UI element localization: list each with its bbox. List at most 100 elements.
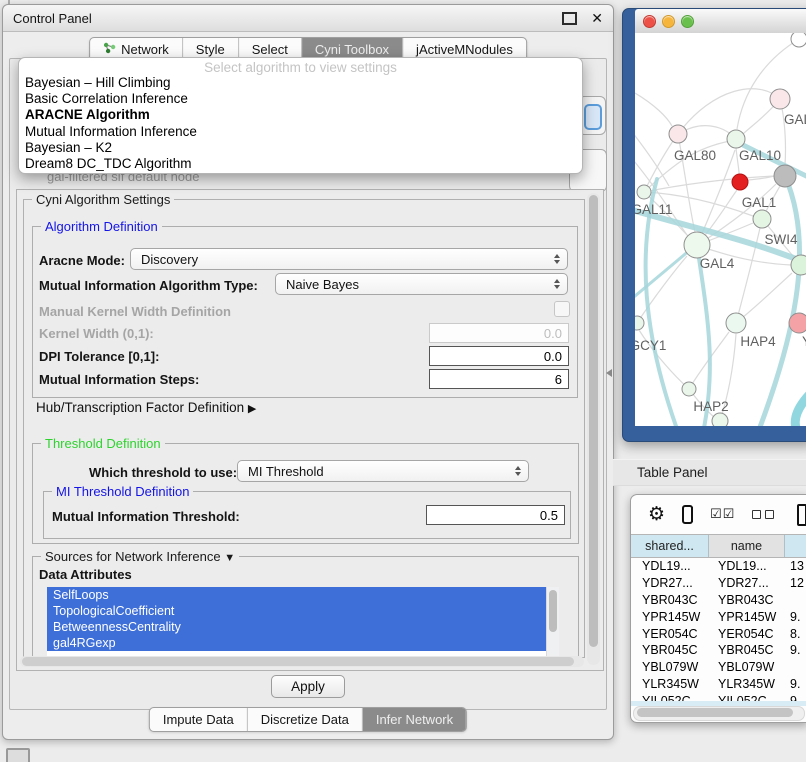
table-row[interactable]: YLR345WYLR345W9. [631, 676, 806, 693]
table-row[interactable]: YPR145WYPR145W9. [631, 608, 806, 625]
network-view-window: GALGAL80GAL10GAL11GAL1GAL4SWI4GCY1HAP4YH… [622, 8, 806, 442]
float-icon[interactable] [562, 12, 577, 25]
table-row[interactable]: YBR043CYBR043C [631, 592, 806, 609]
node-bottom[interactable] [712, 413, 728, 426]
sources-group: Sources for Network Inference ▼ Data Att… [32, 556, 579, 657]
control-panel-titlebar: Control Panel ✕ [3, 5, 613, 32]
expander-arrow-icon: ▶ [248, 403, 256, 415]
table-cell: YIL052C [631, 694, 709, 701]
table-cell: YDR27... [631, 576, 709, 590]
threshold-definition-title: Threshold Definition [41, 436, 165, 451]
node-label: SWI4 [764, 232, 797, 247]
node-gcy1[interactable] [635, 316, 644, 330]
algorithm-option-basic-correlation-inference[interactable]: Basic Correlation Inference [19, 91, 582, 107]
gear-icon[interactable]: ⚙ [648, 505, 665, 524]
algorithm-option-dream8-dc-tdc-algorithm[interactable]: Dream8 DC_TDC Algorithm [19, 156, 582, 172]
network-canvas[interactable]: GALGAL80GAL10GAL11GAL1GAL4SWI4GCY1HAP4YH… [635, 33, 806, 426]
table-row[interactable]: YDL19...YDL19...13 [631, 558, 806, 575]
node-label: GAL4 [700, 256, 735, 271]
minimize-light[interactable] [662, 15, 675, 28]
attribute-item[interactable]: TopologicalCoefficient [47, 603, 559, 619]
mi-steps-label: Mutual Information Steps: [39, 372, 199, 387]
select-all-icon[interactable]: ☑☑ [710, 507, 735, 522]
zoom-light[interactable] [681, 15, 694, 28]
sources-title[interactable]: Sources for Network Inference ▼ [41, 549, 239, 564]
manual-kernel-checkbox [554, 301, 570, 317]
scrollbar-thumb[interactable] [637, 708, 793, 717]
table-row[interactable]: YER054CYER054C8. [631, 625, 806, 642]
which-threshold-combo[interactable]: MI Threshold [237, 460, 529, 482]
algorithm-option-aracne-algorithm[interactable]: ARACNE Algorithm [19, 107, 582, 123]
column-header-shared[interactable]: shared... [631, 535, 709, 557]
edge-circle-node[interactable] [791, 33, 806, 47]
document-icon[interactable] [797, 504, 806, 526]
scrollbar-thumb[interactable] [589, 195, 598, 647]
node-red[interactable] [732, 174, 748, 190]
network-edge [635, 93, 672, 126]
table-cell: YBR043C [709, 593, 785, 607]
panel-collapse-arrow[interactable] [606, 369, 612, 377]
algorithm-option-mutual-information-inference[interactable]: Mutual Information Inference [19, 124, 582, 140]
deselect-all-icon[interactable] [752, 510, 774, 519]
attribute-list[interactable]: SelfLoopsTopologicalCoefficientBetweenne… [47, 587, 559, 657]
table-row[interactable]: YBR045CYBR045C9. [631, 642, 806, 659]
table-cell: 9. [785, 677, 806, 691]
columns-icon[interactable] [682, 505, 693, 524]
node-gal10[interactable] [727, 130, 745, 148]
node-gray[interactable] [774, 165, 796, 187]
node-pink-right[interactable] [789, 313, 806, 333]
mi-steps-field[interactable]: 6 [429, 369, 569, 389]
column-header-name[interactable]: name [709, 535, 785, 557]
hub-definition-expander[interactable]: Hub/Transcription Factor Definition ▶ [36, 400, 256, 415]
column-header-extra[interactable] [785, 535, 806, 557]
tab-discretize-data[interactable]: Discretize Data [248, 708, 363, 731]
algorithm-option-bayesian-k2[interactable]: Bayesian – K2 [19, 140, 582, 156]
tab-label: Discretize Data [261, 712, 349, 727]
node-swi4[interactable] [791, 255, 806, 275]
attribute-list-scrollbar[interactable] [546, 587, 559, 657]
table-row[interactable]: YBL079WYBL079W [631, 659, 806, 676]
node-label: Y [802, 334, 806, 349]
node-gal80[interactable] [669, 125, 687, 143]
scrollbar-thumb[interactable] [549, 590, 557, 632]
node-gal-top[interactable] [770, 89, 790, 109]
tab-label: Style [196, 42, 225, 57]
apply-button[interactable]: Apply [271, 675, 345, 698]
network-window-titlebar[interactable] [635, 9, 806, 34]
algorithm-option-bayesian-hill-climbing[interactable]: Bayesian – Hill Climbing [19, 75, 582, 91]
network-edge [644, 176, 774, 192]
table-panel-header: Table Panel [613, 459, 806, 486]
table-row[interactable]: YIL052CYIL052C9. [631, 692, 806, 701]
node-hap2[interactable] [682, 382, 696, 396]
mi-threshold-field[interactable]: 0.5 [426, 505, 565, 525]
tab-infer-network[interactable]: Infer Network [363, 708, 466, 731]
table-cell: YDL19... [631, 559, 709, 573]
settings-hscrollbar[interactable] [20, 656, 584, 667]
node-gal1[interactable] [753, 210, 771, 228]
node-label: GAL10 [739, 148, 781, 163]
dpi-tolerance-field[interactable]: 0.0 [429, 346, 569, 366]
dropdown-items: Bayesian – Hill ClimbingBasic Correlatio… [19, 75, 582, 172]
scrollbar-thumb[interactable] [22, 657, 574, 666]
close-icon[interactable]: ✕ [591, 11, 603, 25]
dpi-tolerance-label: DPI Tolerance [0,1]: [39, 349, 159, 364]
close-light[interactable] [643, 15, 656, 28]
aracne-mode-combo[interactable]: Discovery [130, 248, 568, 270]
attribute-item[interactable]: SelfLoops [47, 587, 559, 603]
attribute-item[interactable]: gal4RGexp [47, 635, 559, 651]
node-hap4[interactable] [726, 313, 746, 333]
settings-vscrollbar[interactable] [587, 193, 600, 665]
spinner-arrows-icon [554, 279, 560, 289]
node-label: GAL80 [674, 148, 716, 163]
node-label: GCY1 [635, 338, 666, 353]
table-hscrollbar[interactable] [633, 706, 805, 721]
table-row[interactable]: YDR27...YDR27...12 [631, 575, 806, 592]
tab-impute-data[interactable]: Impute Data [150, 708, 248, 731]
attribute-item[interactable]: BetweennessCentrality [47, 619, 559, 635]
minimized-panel-icon[interactable] [6, 748, 30, 762]
focused-spinner-button[interactable] [584, 104, 602, 130]
node-gal4[interactable] [684, 232, 710, 258]
table-cell: YDR27... [709, 576, 785, 590]
mi-type-combo[interactable]: Naive Bayes [275, 273, 568, 295]
node-gal11[interactable] [637, 185, 651, 199]
